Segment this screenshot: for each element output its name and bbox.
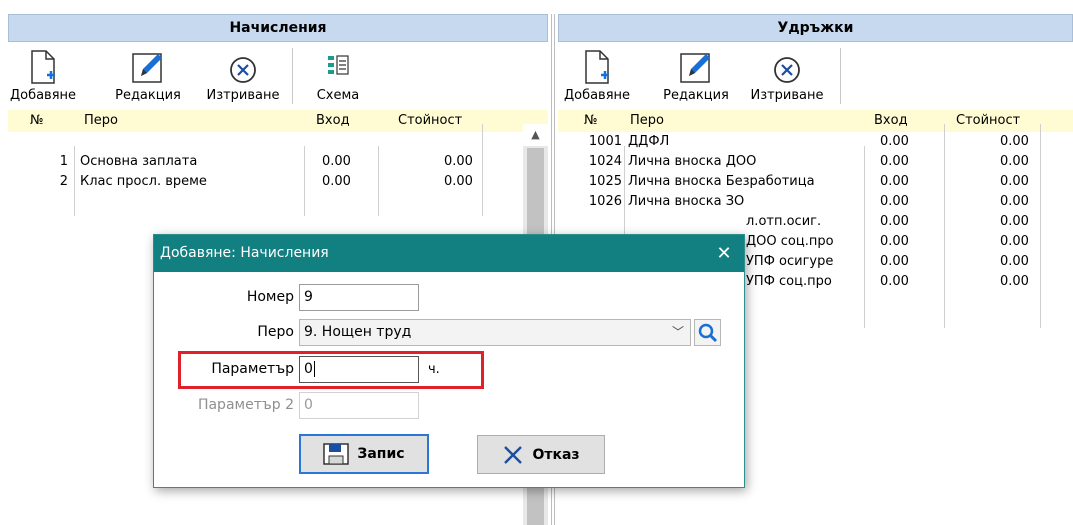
- table-row[interactable]: 1001 ДДФЛ 0.00 0.00: [558, 132, 1073, 152]
- table-row[interactable]: 2 Клас просл. време 0.00 0.00: [8, 172, 548, 192]
- accruals-delete-button[interactable]: Изтриване: [200, 46, 286, 103]
- accruals-add-button[interactable]: Добавяне: [8, 46, 78, 103]
- deductions-add-label: Добавяне: [563, 88, 631, 103]
- edit-icon: [656, 46, 736, 84]
- col-num[interactable]: №: [584, 113, 598, 128]
- grid-divider: [378, 146, 379, 216]
- col-input[interactable]: Вход: [316, 113, 350, 128]
- item-label: Перо: [257, 324, 294, 340]
- new-document-icon: [8, 46, 78, 84]
- grid-divider: [304, 146, 305, 216]
- new-document-icon: [562, 46, 632, 84]
- dialog-body: Номер 9 Перо 9. Нощен труд ﹀ Параметър 0…: [154, 272, 744, 487]
- parameter2-field: 0: [299, 392, 419, 419]
- text-cursor: [313, 361, 315, 377]
- table-row[interactable]: 1024 Лична вноска ДОО 0.00 0.00: [558, 152, 1073, 172]
- grid-blank-row: [8, 132, 548, 152]
- grid-divider: [864, 146, 865, 328]
- accruals-delete-label: Изтриване: [206, 88, 280, 103]
- item-select[interactable]: 9. Нощен труд ﹀: [299, 319, 691, 346]
- toolbar-separator: [840, 48, 841, 104]
- table-row[interactable]: л.отп.осиг. 0.00 0.00: [558, 212, 1073, 232]
- number-label: Номер: [246, 289, 294, 305]
- col-num[interactable]: №: [30, 113, 44, 128]
- parameter-field[interactable]: 0: [299, 356, 419, 383]
- col-item[interactable]: Перо: [630, 113, 664, 128]
- toolbar-separator: [292, 48, 293, 104]
- accruals-toolbar: Добавяне Редакция Изтриване Схема: [8, 42, 548, 110]
- grid-divider: [482, 124, 483, 216]
- edit-icon: [108, 46, 188, 84]
- grid-divider: [944, 124, 945, 328]
- grid-divider: [74, 146, 75, 216]
- deductions-edit-label: Редакция: [663, 88, 729, 103]
- deductions-edit-button[interactable]: Редакция: [656, 46, 736, 103]
- grid-divider: [1040, 124, 1041, 328]
- chevron-down-icon[interactable]: ﹀: [672, 320, 684, 345]
- close-icon: [504, 445, 523, 464]
- dialog-title: Добавяне: Начисления: [160, 245, 329, 261]
- accruals-add-label: Добавяне: [9, 88, 77, 103]
- delete-circle-icon: [744, 46, 830, 84]
- col-input[interactable]: Вход: [874, 113, 908, 128]
- item-select-value: 9. Нощен труд: [304, 324, 412, 340]
- parameter-unit: ч.: [428, 362, 440, 377]
- deductions-panel-title: Удръжки: [558, 14, 1073, 42]
- search-icon: [698, 323, 718, 343]
- close-icon[interactable]: ✕: [712, 235, 736, 272]
- accruals-edit-button[interactable]: Редакция: [108, 46, 188, 103]
- parameter2-label: Параметър 2: [197, 397, 294, 413]
- dialog-titlebar[interactable]: Добавяне: Начисления ✕: [154, 235, 744, 272]
- cancel-label: Отказ: [532, 446, 580, 463]
- table-row[interactable]: 1026 Лична вноска ЗО 0.00 0.00: [558, 192, 1073, 212]
- accruals-edit-label: Редакция: [115, 88, 181, 103]
- accruals-grid-header: № Перо Вход Стойност: [8, 110, 548, 132]
- save-icon: [323, 443, 350, 465]
- save-button[interactable]: Запис: [299, 434, 429, 474]
- deductions-delete-button[interactable]: Изтриване: [744, 46, 830, 103]
- deductions-add-button[interactable]: Добавяне: [562, 46, 632, 103]
- deductions-delete-label: Изтриване: [750, 88, 824, 103]
- save-label: Запис: [357, 446, 405, 462]
- parameter-value: 0: [304, 361, 313, 377]
- number-field[interactable]: 9: [299, 284, 419, 311]
- accruals-panel-title: Начисления: [8, 14, 548, 42]
- col-item[interactable]: Перо: [84, 113, 118, 128]
- table-row[interactable]: 1 Основна заплата 0.00 0.00: [8, 152, 548, 172]
- add-accrual-dialog: Добавяне: Начисления ✕ Номер 9 Перо 9. Н…: [153, 234, 745, 488]
- table-row[interactable]: 1025 Лична вноска Безработица 0.00 0.00: [558, 172, 1073, 192]
- cancel-button[interactable]: Отказ: [477, 435, 605, 474]
- delete-circle-icon: [200, 46, 286, 84]
- col-value[interactable]: Стойност: [956, 113, 1020, 128]
- deductions-toolbar: Добавяне Редакция Изтриване: [558, 42, 1073, 110]
- scroll-up-icon[interactable]: ▲: [523, 124, 548, 146]
- col-value[interactable]: Стойност: [398, 113, 462, 128]
- parameter-label: Параметър: [211, 361, 294, 377]
- scheme-icon: [308, 46, 368, 84]
- deductions-grid-header: № Перо Вход Стойност: [558, 110, 1073, 132]
- scheme-button[interactable]: Схема: [308, 46, 368, 103]
- scheme-label: Схема: [316, 88, 360, 103]
- search-button[interactable]: [694, 319, 721, 346]
